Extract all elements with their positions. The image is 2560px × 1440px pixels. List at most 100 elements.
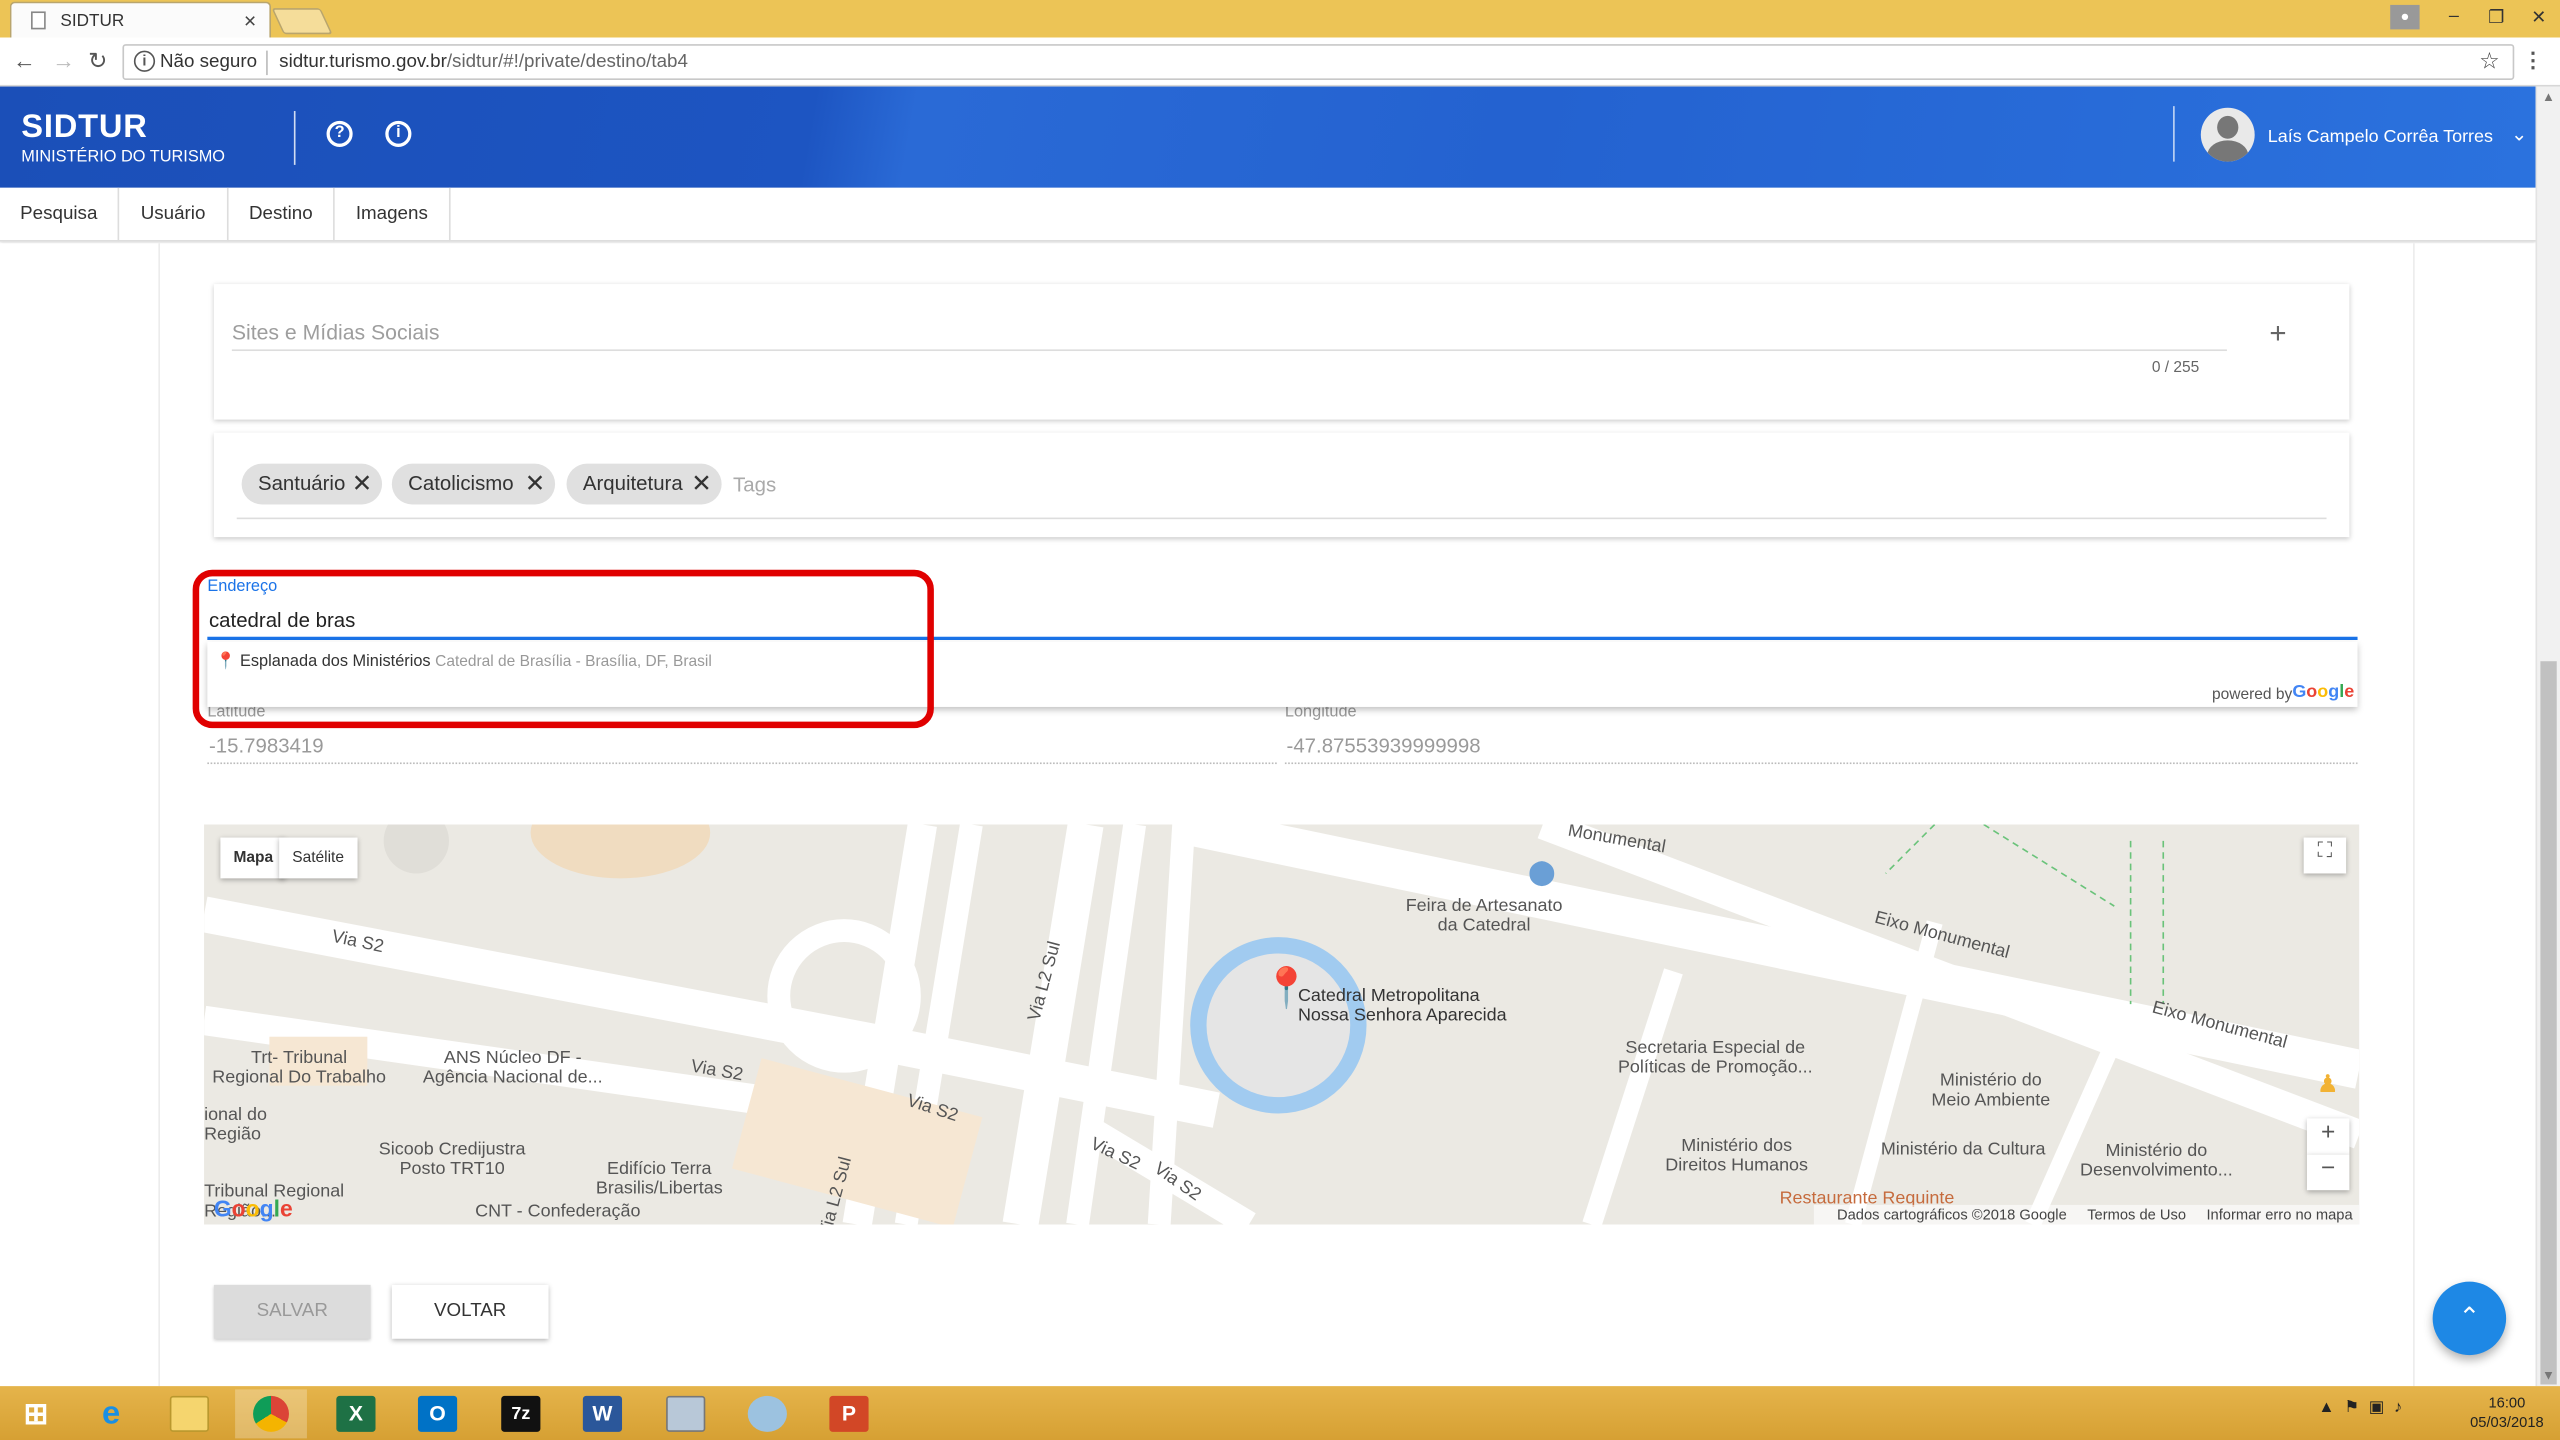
tags-input[interactable]: Tags (733, 473, 776, 496)
menu-icon[interactable]: ⋮ (2522, 47, 2543, 73)
chrome-icon[interactable] (235, 1389, 307, 1439)
powerpoint-icon[interactable]: P (813, 1389, 885, 1438)
sites-input[interactable]: Sites e Mídias Sociais (232, 320, 440, 344)
poi-label[interactable]: Ministério do Meio Ambiente (1931, 1071, 2050, 1110)
tab-close-icon[interactable]: × (244, 8, 256, 32)
excel-icon[interactable]: X (320, 1389, 392, 1438)
poi-label[interactable]: Edifício Terra Brasilis/Libertas (596, 1159, 723, 1198)
info-icon[interactable]: i (385, 120, 412, 147)
tag-chip: Arquitetura ✕ (566, 463, 722, 505)
zoom-in-button[interactable]: + (2306, 1118, 2350, 1155)
input-underline (207, 762, 1277, 765)
terms-link[interactable]: Termos de Uso (2087, 1207, 2186, 1223)
word-icon[interactable]: W (567, 1389, 639, 1438)
forward-icon[interactable]: → (52, 47, 75, 73)
poi-label[interactable]: Ministério do Desenvolvimento... (2080, 1141, 2233, 1180)
new-tab-button[interactable] (271, 8, 333, 35)
tag-label: Arquitetura (582, 471, 683, 495)
info-icon[interactable]: i (133, 50, 156, 72)
tag-chip: Catolicismo ✕ (391, 463, 556, 505)
scroll-up-icon[interactable]: ▲ (2542, 90, 2555, 105)
poi-label[interactable]: Ministério dos Direitos Humanos (1665, 1136, 1808, 1175)
divider (266, 50, 268, 76)
tab-pesquisa[interactable]: Pesquisa (0, 187, 120, 242)
map-marker-icon[interactable]: 📍 (1262, 965, 1311, 1012)
close-icon[interactable]: ✕ (2518, 6, 2560, 27)
paint-icon[interactable] (731, 1389, 803, 1438)
save-button[interactable]: SALVAR (213, 1284, 371, 1339)
restore-icon[interactable]: ❐ (2475, 6, 2517, 27)
app-header: SIDTUR MINISTÉRIO DO TURISMO ? i Laís Ca… (0, 86, 2536, 188)
map-data-credit: Dados cartográficos ©2018 Google (1837, 1206, 2067, 1223)
poi-label[interactable]: Ministério da Cultura (1881, 1140, 2046, 1160)
fullscreen-icon[interactable]: ⛶ (2303, 837, 2347, 874)
input-underline (236, 517, 2327, 520)
report-link[interactable]: Informar erro no mapa (2206, 1207, 2352, 1223)
system-tray-icons[interactable]: ▲⚑▣♪ (2318, 1399, 2412, 1417)
header-divider (293, 111, 296, 165)
reload-icon[interactable]: ↻ (88, 47, 107, 75)
chevron-down-icon[interactable]: ⌄ (2511, 122, 2527, 145)
logo-title[interactable]: SIDTUR (21, 109, 147, 147)
scrollbar-thumb[interactable] (2540, 661, 2557, 1385)
poi-label[interactable]: Trt- Tribunal Regional Do Trabalho (212, 1048, 386, 1087)
remove-tag-icon[interactable]: ✕ (525, 464, 546, 505)
7zip-icon[interactable]: 7z (485, 1389, 557, 1438)
tab-imagens[interactable]: Imagens (335, 187, 451, 242)
avatar[interactable] (2200, 107, 2255, 162)
security-label[interactable]: Não seguro (160, 52, 257, 72)
tag-label: Catolicismo (408, 471, 514, 495)
poi-label[interactable]: Secretaria Especial de Políticas de Prom… (1618, 1038, 1813, 1077)
add-site-button[interactable]: + (2269, 317, 2286, 351)
help-icon[interactable]: ? (326, 120, 353, 147)
google-logo: Google (2292, 682, 2355, 703)
poi-label[interactable]: Feira de Artesanato da Catedral (1406, 896, 1563, 935)
clock[interactable]: 16:00 05/03/2018 (2470, 1393, 2544, 1432)
main-nav: Pesquisa Usuário Destino Imagens (0, 187, 2536, 242)
poi-label[interactable]: ional do Região (204, 1105, 267, 1144)
input-underline (1284, 762, 2358, 765)
zoom-out-button[interactable]: − (2306, 1154, 2350, 1191)
char-counter: 0 / 255 (2151, 359, 2200, 378)
calculator-icon[interactable] (650, 1389, 722, 1438)
tab-usuario[interactable]: Usuário (119, 187, 229, 242)
url-text[interactable]: sidtur.turismo.gov.br/sidtur/#!/private/… (279, 52, 688, 72)
input-underline (231, 349, 2227, 352)
street-view-icon[interactable]: ♟ (2317, 1069, 2339, 1099)
outlook-icon[interactable]: O (402, 1389, 474, 1438)
minimize-icon[interactable]: – (2433, 7, 2475, 27)
clock-time: 16:00 (2488, 1394, 2526, 1411)
map-type-satellite-button[interactable]: Satélite (279, 837, 358, 879)
tag-chip: Santuário ✕ (241, 463, 383, 505)
remove-tag-icon[interactable]: ✕ (352, 464, 373, 505)
file-explorer-icon[interactable] (153, 1389, 225, 1438)
internet-explorer-icon[interactable]: e (75, 1389, 147, 1438)
remove-tag-icon[interactable]: ✕ (691, 464, 712, 505)
poi-label[interactable]: Sicoob Credijustra Posto TRT10 (379, 1140, 526, 1179)
longitude-field[interactable]: -47.87553939999998 (1287, 735, 1481, 758)
scrollbar[interactable]: ▲ ▼ (2535, 86, 2560, 1387)
start-icon[interactable]: ⊞ (0, 1389, 72, 1438)
scroll-down-icon[interactable]: ▼ (2542, 1368, 2555, 1383)
map-footer: Dados cartográficos ©2018 Google Termos … (1814, 1204, 2360, 1225)
poi-label[interactable]: Catedral Metropolitana Nossa Senhora Apa… (1298, 986, 1507, 1025)
back-button[interactable]: VOLTAR (391, 1284, 549, 1339)
tab-title: SIDTUR (60, 11, 125, 32)
map-type-map-button[interactable]: Mapa (220, 837, 287, 879)
poi-label[interactable]: CNT - Confederação (475, 1202, 640, 1222)
map[interactable]: Mapa Satélite Via S2 Via S2 Via S2 Via S… (204, 824, 2360, 1225)
star-icon[interactable]: ☆ (2479, 47, 2500, 75)
back-icon[interactable]: ← (13, 47, 36, 73)
tab-destino[interactable]: Destino (229, 187, 335, 242)
address-bar[interactable]: i Não seguro sidtur.turismo.gov.br/sidtu… (122, 44, 2515, 80)
powered-by-label: powered by (2212, 685, 2293, 704)
profile-icon[interactable]: ● (2390, 4, 2420, 29)
header-divider (2173, 106, 2175, 162)
taskbar: ⊞ e X O 7z W P ▲⚑▣♪ 16:00 05/03/2018 (0, 1386, 2560, 1440)
tags-panel: Santuário ✕ Catolicismo ✕ Arquitetura ✕ … (213, 432, 2350, 538)
browser-tab[interactable]: SIDTUR × (9, 1, 272, 38)
scroll-top-button[interactable]: ⌃ (2432, 1281, 2507, 1356)
latitude-field[interactable]: -15.7983419 (209, 735, 324, 758)
user-name[interactable]: Laís Campelo Corrêa Torres (2268, 127, 2493, 147)
poi-label[interactable]: ANS Núcleo DF - Agência Nacional de... (423, 1048, 603, 1087)
